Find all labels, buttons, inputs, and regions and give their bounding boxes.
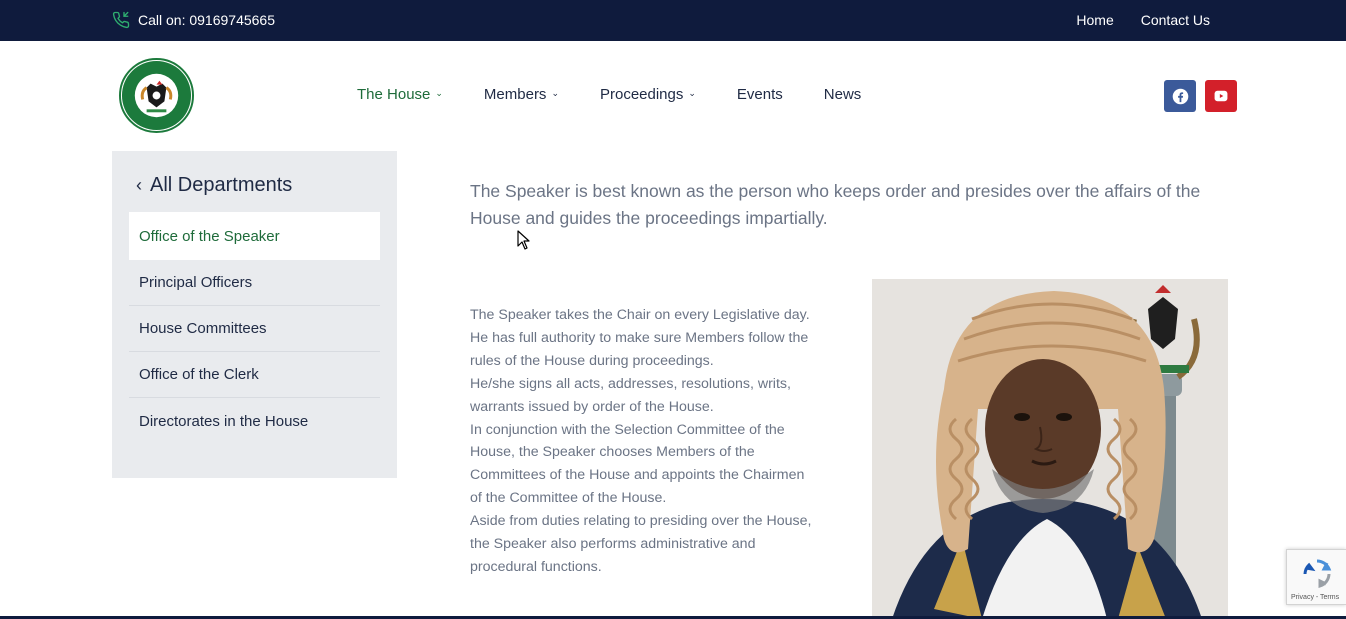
youtube-icon bbox=[1214, 90, 1228, 102]
chevron-down-icon: ⌄ bbox=[551, 88, 559, 98]
recaptcha-footer[interactable]: Privacy - Terms bbox=[1291, 594, 1339, 601]
home-link[interactable]: Home bbox=[1076, 12, 1113, 28]
nav-label: Proceedings bbox=[599, 86, 684, 103]
nav-proceedings[interactable]: Proceedings ⌄ bbox=[600, 86, 696, 103]
phone-label: Call on: 09169745665 bbox=[138, 12, 276, 28]
nav-the-house[interactable]: The House ⌄ bbox=[357, 86, 443, 103]
sidebar-heading: All Departments bbox=[150, 174, 293, 196]
sidebar-item-office-of-the-speaker[interactable]: Office of the Speaker bbox=[129, 212, 380, 260]
body-line: rules of the House during proceedings. bbox=[470, 352, 714, 369]
chevron-down-icon: ⌄ bbox=[688, 88, 696, 98]
facebook-icon bbox=[1172, 88, 1188, 104]
sidebar-item-principal-officers[interactable]: Principal Officers bbox=[129, 260, 380, 306]
main-nav: The House ⌄ Members ⌄ Proceedings ⌄ Even… bbox=[357, 86, 902, 103]
sidebar-item-office-of-the-clerk[interactable]: Office of the Clerk bbox=[129, 352, 380, 398]
speaker-portrait bbox=[872, 279, 1228, 619]
body-line: of the Committee of the House. bbox=[470, 490, 667, 507]
nav-news[interactable]: News bbox=[824, 86, 862, 103]
body-line: In conjunction with the Selection Commit… bbox=[470, 421, 785, 438]
chevron-down-icon: ⌄ bbox=[435, 88, 443, 98]
nav-label: Events bbox=[736, 86, 783, 103]
sidebar-item-house-committees[interactable]: House Committees bbox=[129, 306, 380, 352]
nav-events[interactable]: Events bbox=[737, 86, 783, 103]
nav-members[interactable]: Members ⌄ bbox=[484, 86, 559, 103]
body-line: warrants issued by order of the House. bbox=[470, 398, 714, 415]
all-departments-back[interactable]: ‹ All Departments bbox=[136, 174, 292, 197]
nav-label: Members bbox=[483, 86, 547, 103]
body-line: Aside from duties relating to presiding … bbox=[470, 513, 812, 530]
chevron-left-icon: ‹ bbox=[136, 175, 142, 195]
top-bar: Call on: 09169745665 Home Contact Us bbox=[0, 0, 1346, 41]
nav-label: The House bbox=[357, 86, 431, 103]
phone-contact[interactable]: Call on: 09169745665 bbox=[112, 11, 275, 29]
contact-us-link[interactable]: Contact Us bbox=[1141, 12, 1210, 28]
sidebar-item-directorates[interactable]: Directorates in the House bbox=[129, 398, 380, 444]
departments-list: Office of the Speaker Principal Officers… bbox=[129, 212, 380, 444]
site-logo[interactable] bbox=[119, 58, 194, 133]
facebook-button[interactable] bbox=[1164, 80, 1196, 112]
body-line: He has full authority to make sure Membe… bbox=[470, 329, 809, 346]
phone-icon bbox=[112, 11, 130, 29]
nav-label: News bbox=[823, 86, 862, 103]
body-line: Committees of the House and appoints the… bbox=[470, 467, 805, 484]
body-line: House, the Speaker chooses Members of th… bbox=[470, 444, 755, 461]
recaptcha-badge[interactable]: Privacy - Terms bbox=[1286, 549, 1346, 605]
body-line: the Speaker also performs administrative… bbox=[470, 536, 756, 553]
mouse-cursor-icon bbox=[517, 230, 530, 250]
lead-paragraph: The Speaker is best known as the person … bbox=[470, 181, 1201, 228]
departments-sidebar: ‹ All Departments Office of the Speaker … bbox=[112, 151, 397, 478]
body-line: procedural functions. bbox=[470, 558, 602, 575]
speaker-duties-text: The Speaker takes the Chair on every Leg… bbox=[470, 304, 860, 579]
recaptcha-icon bbox=[1303, 559, 1332, 589]
body-line: The Speaker takes the Chair on every Leg… bbox=[470, 307, 810, 323]
top-links: Home Contact Us bbox=[1076, 12, 1210, 28]
youtube-button[interactable] bbox=[1205, 80, 1237, 112]
body-line: He/she signs all acts, addresses, resolu… bbox=[470, 375, 791, 392]
